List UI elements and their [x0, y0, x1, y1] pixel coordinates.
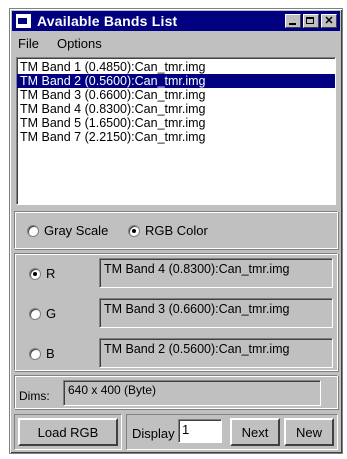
window-title: Available Bands List — [37, 13, 178, 29]
gray-scale-option[interactable]: Gray Scale — [27, 223, 108, 238]
next-button[interactable]: Next — [230, 418, 280, 446]
menu-bar: File Options — [14, 34, 106, 54]
close-icon[interactable]: ✕ — [321, 14, 337, 28]
load-rgb-button[interactable]: Load RGB — [18, 418, 118, 446]
gray-scale-radio[interactable] — [27, 224, 39, 237]
channel-g-label: G — [46, 306, 57, 321]
available-bands-window: Available Bands List ✕ File Options TM B… — [9, 8, 343, 454]
list-item-band-4[interactable]: TM Band 4 (0.8300):Can_tmr.img — [17, 102, 335, 116]
rgb-color-radio[interactable] — [128, 224, 140, 237]
channel-g-radio[interactable] — [29, 307, 41, 320]
display-label: Display — [132, 426, 175, 441]
menu-options[interactable]: Options — [53, 34, 106, 54]
title-bar[interactable]: Available Bands List ✕ — [12, 11, 340, 31]
window-icon[interactable] — [16, 14, 31, 28]
maximize-icon[interactable] — [303, 14, 319, 28]
list-item-band-5[interactable]: TM Band 5 (1.6500):Can_tmr.img — [17, 116, 335, 130]
minimize-icon[interactable] — [285, 14, 301, 28]
channel-g-band[interactable]: TM Band 3 (0.6600):Can_tmr.img — [99, 298, 333, 328]
rgb-color-label: RGB Color — [145, 223, 208, 238]
display-input[interactable]: 1 — [178, 419, 222, 443]
list-item-band-1[interactable]: TM Band 1 (0.4850):Can_tmr.img — [17, 60, 335, 74]
channel-b-option[interactable]: B — [29, 346, 55, 361]
channel-b-radio[interactable] — [29, 347, 41, 360]
channel-g-option[interactable]: G — [29, 306, 56, 321]
dims-label: Dims: — [19, 389, 50, 403]
gray-scale-label: Gray Scale — [44, 223, 109, 238]
window-controls: ✕ — [285, 14, 337, 28]
mode-group: Gray Scale RGB Color — [14, 211, 338, 249]
list-item-band-3[interactable]: TM Band 3 (0.6600):Can_tmr.img — [17, 88, 335, 102]
channel-r-radio[interactable] — [29, 267, 41, 280]
channel-r-option[interactable]: R — [29, 266, 55, 281]
new-button[interactable]: New — [284, 418, 334, 446]
list-item-band-2[interactable]: TM Band 2 (0.5600):Can_tmr.img — [17, 74, 335, 88]
channel-b-label: B — [46, 346, 55, 361]
list-item-band-7[interactable]: TM Band 7 (2.2150):Can_tmr.img — [17, 130, 335, 144]
channel-r-band[interactable]: TM Band 4 (0.8300):Can_tmr.img — [99, 258, 333, 288]
dims-value: 640 x 400 (Byte) — [63, 380, 321, 406]
rgb-channels-group: R TM Band 4 (0.8300):Can_tmr.img G TM Ba… — [14, 253, 338, 371]
bands-list[interactable]: TM Band 1 (0.4850):Can_tmr.img TM Band 2… — [16, 57, 336, 205]
channel-b-band[interactable]: TM Band 2 (0.5600):Can_tmr.img — [99, 338, 333, 368]
menu-file[interactable]: File — [14, 34, 43, 54]
rgb-color-option[interactable]: RGB Color — [128, 223, 208, 238]
dims-group: Dims: 640 x 400 (Byte) — [14, 375, 338, 409]
channel-r-label: R — [46, 266, 56, 281]
